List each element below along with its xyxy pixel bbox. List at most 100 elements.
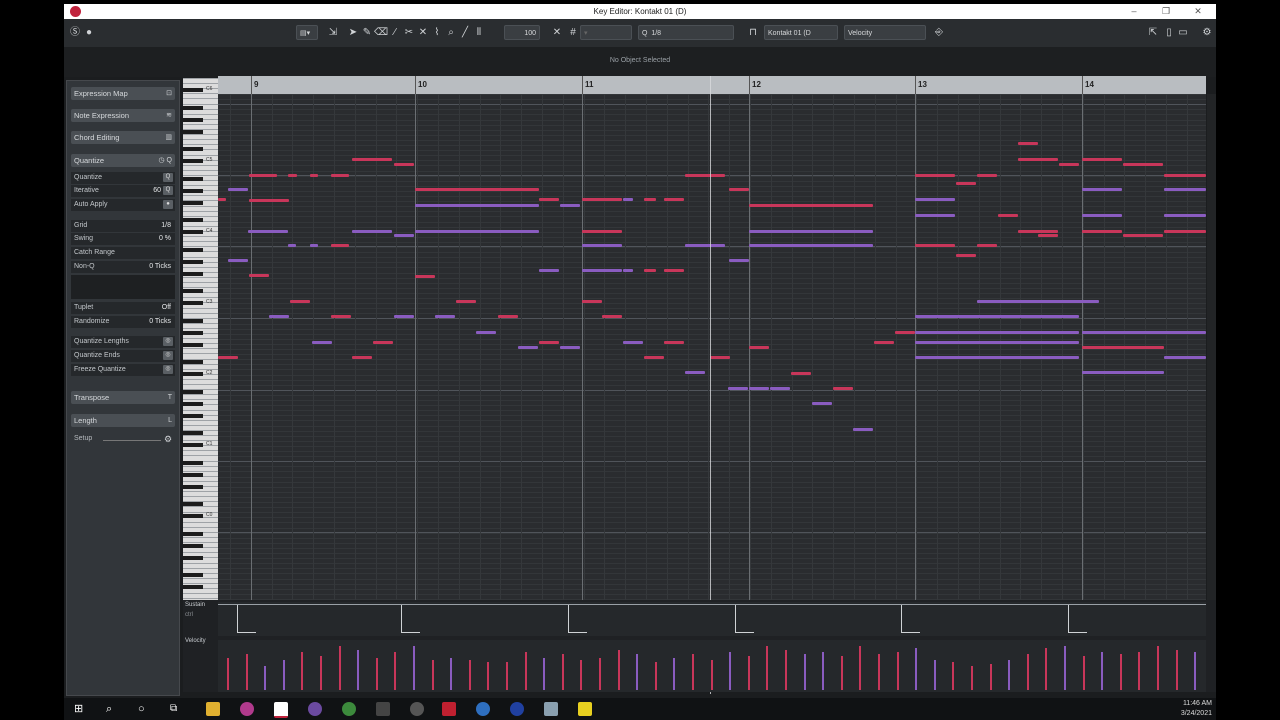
sustain-ramp[interactable]	[735, 604, 754, 633]
task-view-icon[interactable]: ⧉	[170, 702, 184, 716]
velocity-bar[interactable]	[1045, 648, 1048, 690]
midi-note[interactable]	[373, 341, 393, 344]
non-q-row[interactable]: Non-Q 0 Ticks	[71, 261, 175, 273]
windows-start-icon[interactable]: ⊞	[74, 702, 88, 716]
velocity-bar[interactable]	[785, 650, 787, 690]
midi-note[interactable]	[623, 341, 643, 344]
chrome-icon[interactable]	[342, 702, 356, 716]
line-tool-icon[interactable]: ∕	[388, 25, 402, 40]
midi-note[interactable]	[1164, 174, 1206, 177]
velocity-bar[interactable]	[654, 662, 657, 690]
velocity-bar[interactable]	[840, 656, 843, 690]
catch-range-row[interactable]: Catch Range	[71, 247, 175, 259]
midi-note[interactable]	[1082, 331, 1206, 334]
piano-black-key[interactable]	[183, 532, 203, 536]
midi-note[interactable]	[644, 198, 656, 201]
velocity-bar[interactable]	[245, 654, 248, 690]
midi-note[interactable]	[582, 269, 622, 272]
app-icon-1[interactable]	[240, 702, 254, 716]
chord-editing-section[interactable]: Chord Editing ▥	[71, 131, 175, 144]
piano-black-key[interactable]	[183, 106, 203, 110]
midi-note[interactable]	[331, 315, 351, 318]
quantize-row[interactable]: Quantize Q	[71, 172, 175, 184]
midi-note[interactable]	[977, 174, 997, 177]
setup-slider[interactable]	[103, 440, 161, 441]
midi-note[interactable]	[1164, 230, 1206, 233]
velocity-bar[interactable]	[468, 660, 471, 690]
midi-note[interactable]	[998, 214, 1018, 217]
midi-note[interactable]	[394, 163, 414, 166]
step-input-icon[interactable]: ⊓	[746, 25, 760, 40]
midi-note[interactable]	[249, 274, 269, 277]
midi-note[interactable]	[749, 387, 769, 390]
velocity-bar[interactable]	[933, 660, 936, 690]
midi-note[interactable]	[1018, 158, 1058, 161]
velocity-bar[interactable]	[989, 664, 992, 690]
midi-note[interactable]	[685, 244, 725, 247]
piano-black-key[interactable]	[183, 360, 203, 365]
velocity-bar[interactable]	[543, 658, 546, 690]
midi-note[interactable]	[1059, 163, 1079, 166]
velocity-bar[interactable]	[357, 650, 360, 690]
note-expression-section[interactable]: Note Expression ≋	[71, 109, 175, 122]
midi-note[interactable]	[1164, 188, 1206, 191]
midi-note[interactable]	[539, 198, 559, 201]
eraser-tool-icon[interactable]: ⌫	[374, 25, 388, 40]
split-tool-icon[interactable]: ⦀	[472, 25, 486, 40]
minimize-icon[interactable]: –	[1124, 6, 1144, 16]
iterative-q-icon[interactable]: Q	[163, 186, 173, 195]
piano-black-key[interactable]	[183, 159, 203, 164]
velocity-bar[interactable]	[413, 646, 415, 690]
piano-black-key[interactable]	[183, 443, 203, 448]
midi-note[interactable]	[310, 244, 318, 247]
freeze-quantize-icon[interactable]: ◎	[163, 365, 173, 374]
midi-note[interactable]	[288, 244, 296, 247]
midi-note[interactable]	[728, 387, 748, 390]
midi-note[interactable]	[456, 300, 476, 303]
piano-black-key[interactable]	[183, 289, 203, 294]
piano-black-key[interactable]	[183, 502, 203, 507]
layout-left-icon[interactable]: ▯	[1162, 25, 1176, 40]
velocity-bar[interactable]	[282, 660, 285, 690]
app-icon-6[interactable]	[476, 702, 490, 716]
velocity-bar[interactable]	[1175, 650, 1178, 690]
midi-note[interactable]	[249, 174, 277, 177]
midi-note[interactable]	[915, 244, 955, 247]
midi-note[interactable]	[288, 174, 297, 177]
midi-note[interactable]	[331, 244, 349, 247]
velocity-bar[interactable]	[1101, 652, 1104, 690]
velocity-bar[interactable]	[729, 652, 732, 690]
midi-note[interactable]	[249, 199, 289, 202]
midi-note[interactable]	[394, 234, 414, 237]
trim-tool-icon[interactable]: ✂	[402, 25, 416, 40]
piano-black-key[interactable]	[183, 271, 203, 276]
sustain-ramp[interactable]	[568, 604, 587, 633]
piano-black-key[interactable]	[183, 472, 203, 477]
midi-note[interactable]	[352, 158, 392, 161]
quantize-lengths-row[interactable]: Quantize Lengths ◎	[71, 336, 175, 348]
midi-note[interactable]	[915, 198, 955, 201]
midi-note[interactable]	[435, 315, 455, 318]
velocity-bar[interactable]	[599, 658, 601, 690]
velocity-bar[interactable]	[561, 654, 564, 690]
draw-tool-icon[interactable]: ╱	[458, 25, 472, 40]
piano-black-key[interactable]	[183, 330, 203, 335]
velocity-bar[interactable]	[487, 662, 490, 690]
search-icon[interactable]: ⌕	[106, 702, 120, 716]
swing-row[interactable]: Swing 0 %	[71, 233, 175, 245]
pencil-tool-icon[interactable]: ✎	[360, 25, 374, 40]
velocity-bar[interactable]	[301, 652, 304, 690]
midi-note[interactable]	[812, 402, 832, 405]
tool-mode-button[interactable]: ▤▾	[296, 25, 318, 40]
midi-note[interactable]	[977, 300, 1099, 303]
piano-black-key[interactable]	[183, 431, 203, 436]
midi-note[interactable]	[664, 341, 684, 344]
piano-black-key[interactable]	[183, 248, 203, 252]
velocity-bar[interactable]	[1026, 654, 1029, 690]
layout-bottom-icon[interactable]: ▭	[1176, 25, 1190, 40]
app-icon-7[interactable]	[510, 702, 524, 716]
midi-note[interactable]	[623, 269, 633, 272]
piano-keyboard[interactable]: C6 C5 C4 C3 C2 C1 C0	[183, 78, 218, 600]
midi-note[interactable]	[352, 230, 392, 233]
controller-select[interactable]: Velocity	[844, 25, 926, 40]
